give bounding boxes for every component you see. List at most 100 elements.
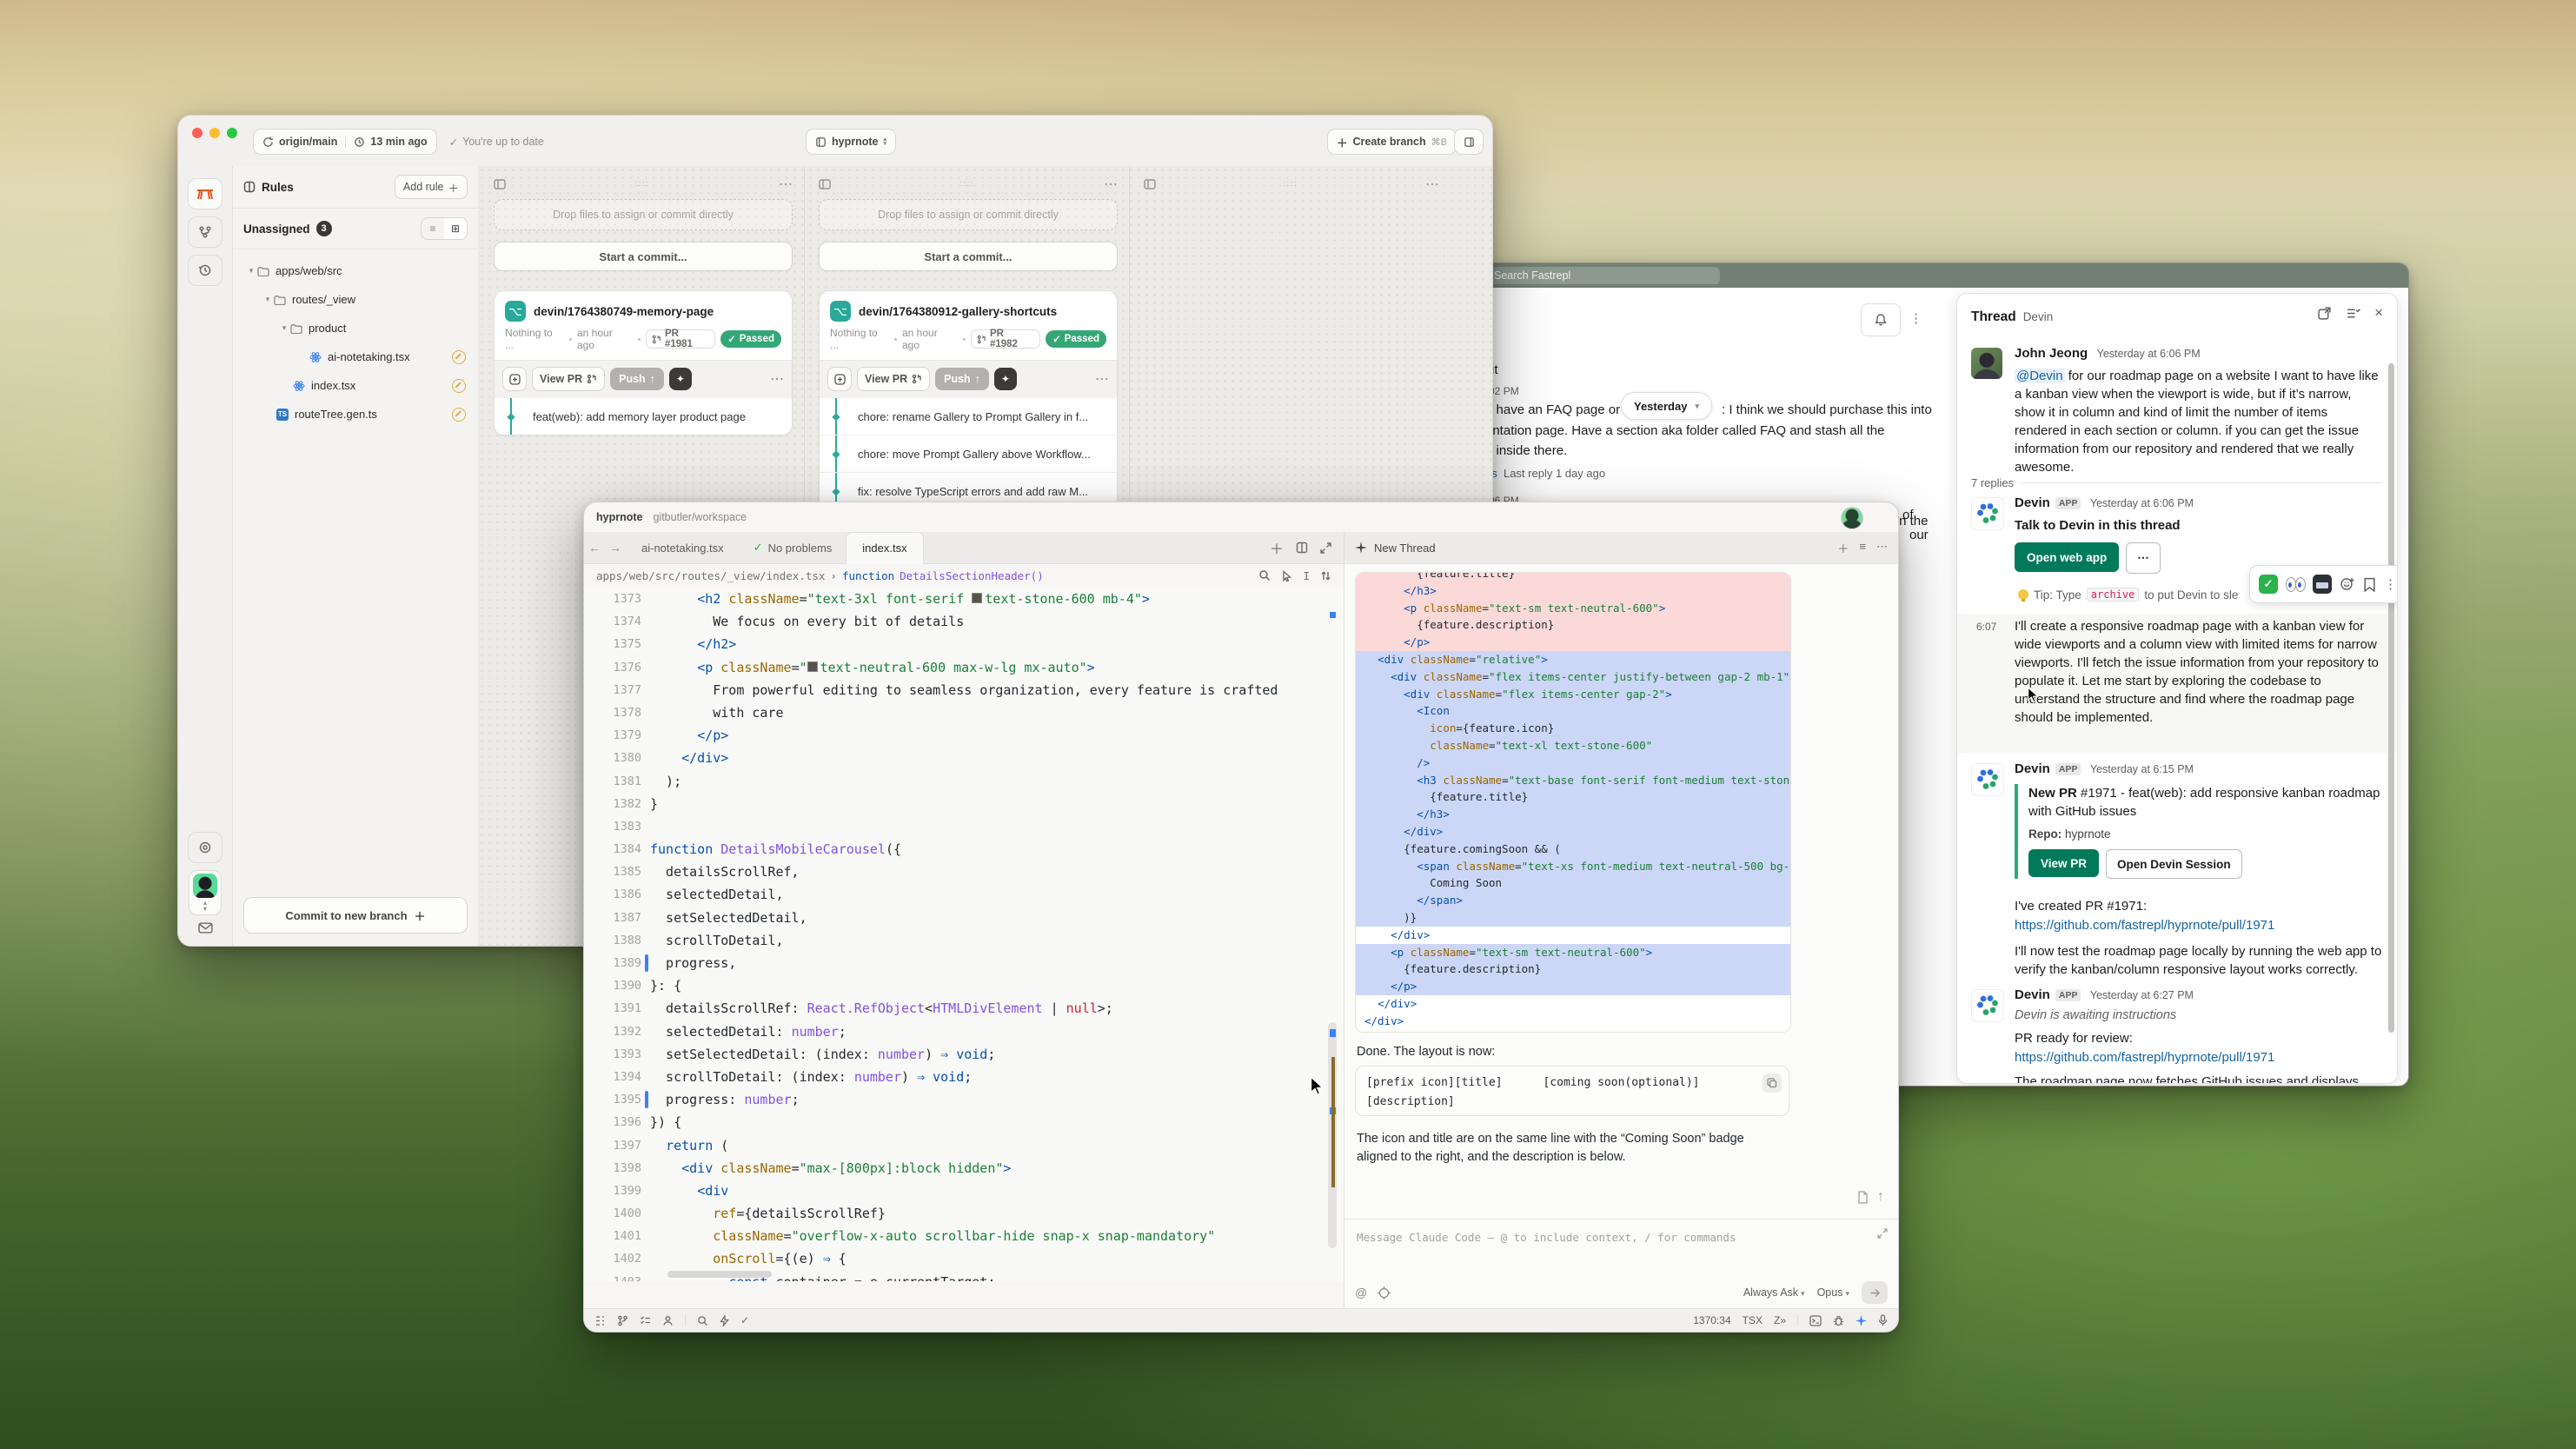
- start-commit-button[interactable]: Start a commit...: [819, 242, 1118, 271]
- code-line[interactable]: 1386 selectedDetail,: [584, 883, 1344, 906]
- file-tree-item-routetree-gen-ts[interactable]: TSrouteTree.gen.ts: [238, 400, 473, 429]
- bookmark-icon[interactable]: [2363, 577, 2376, 592]
- push-button[interactable]: Push ↑: [610, 368, 664, 390]
- check-emoji-button[interactable]: ✓: [2259, 575, 2278, 594]
- ibeam-icon[interactable]: I: [1303, 569, 1310, 582]
- settings-button[interactable]: [188, 832, 222, 863]
- bug-icon[interactable]: [1833, 1315, 1844, 1326]
- ai-sparkle-icon[interactable]: [1856, 1315, 1867, 1326]
- code-line[interactable]: 1401 className="overflow-x-auto scrollba…: [584, 1225, 1344, 1247]
- code-line[interactable]: 1381 );: [584, 770, 1344, 793]
- branch-name[interactable]: devin/1764380749-memory-page: [534, 305, 714, 318]
- collapse-lane-icon[interactable]: [1144, 179, 1156, 189]
- ci-status-badge[interactable]: ✓ Passed: [720, 330, 781, 348]
- message-author[interactable]: Devin: [2015, 987, 2050, 1002]
- permission-mode-select[interactable]: Always Ask▾: [1743, 1286, 1805, 1299]
- back-icon[interactable]: ←: [584, 541, 605, 555]
- view-pr-button[interactable]: View PR: [2028, 849, 2099, 877]
- open-devin-session-button[interactable]: Open Devin Session: [2106, 849, 2242, 879]
- code-line[interactable]: 1383: [584, 815, 1344, 838]
- code-line[interactable]: 1385 detailsScrollRef,: [584, 861, 1344, 883]
- code-line[interactable]: 1376 <p className="text-neutral-600 max-…: [584, 656, 1344, 679]
- new-thread-icon[interactable]: ＋: [1837, 540, 1849, 556]
- workspace-tab[interactable]: [188, 178, 222, 209]
- code-line[interactable]: 1390}: {: [584, 974, 1344, 997]
- code-line[interactable]: 1374 We focus on every bit of details: [584, 610, 1344, 633]
- slack-titlebar[interactable]: Search Fastrepl: [1475, 263, 2408, 288]
- drag-handle[interactable]: ∷∷: [1284, 180, 1298, 189]
- code-line[interactable]: 1377 From powerful editing to seamless o…: [584, 679, 1344, 701]
- date-divider-pill[interactable]: Yesterday ▾: [1621, 392, 1712, 420]
- markdown-file-icon[interactable]: [1856, 1189, 1869, 1205]
- file-tree-item-index-tsx[interactable]: index.tsx: [238, 371, 473, 400]
- history-tab[interactable]: [188, 255, 222, 286]
- pointer-icon[interactable]: [1281, 570, 1292, 582]
- zap-icon[interactable]: [720, 1315, 729, 1326]
- expand-input-icon[interactable]: [1877, 1228, 1888, 1239]
- forward-icon[interactable]: →: [605, 541, 626, 555]
- assign-button[interactable]: [502, 367, 527, 391]
- panel-toggle-button[interactable]: [1454, 129, 1484, 155]
- file-tree-item-ai-notetaking-tsx[interactable]: ai-notetaking.tsx: [238, 342, 473, 371]
- add-rule-button[interactable]: Add rule＋: [395, 175, 468, 199]
- code-line[interactable]: 1382}: [584, 793, 1344, 815]
- project-switcher[interactable]: hyprnote ▴▾: [806, 129, 896, 155]
- account-switcher[interactable]: ▴▾: [189, 870, 222, 915]
- scroll-up-icon[interactable]: ↑: [1877, 1189, 1884, 1205]
- code-line[interactable]: 1395 progress: number;: [584, 1088, 1344, 1111]
- zoom-window-button[interactable]: [227, 128, 237, 138]
- message-author[interactable]: John Jeong: [2015, 346, 2088, 361]
- code-line[interactable]: 1384function DetailsMobileCarousel({: [584, 838, 1344, 861]
- file-tree-item-apps-web-src[interactable]: ▾apps/web/src: [238, 256, 473, 285]
- drop-zone[interactable]: Drop files to assign or commit directly: [494, 199, 793, 230]
- terminal-icon[interactable]: [1809, 1315, 1822, 1326]
- code-line[interactable]: 1389 progress,: [584, 952, 1344, 974]
- code-line[interactable]: 1387 setSelectedDetail,: [584, 907, 1344, 929]
- branches-tab[interactable]: [188, 216, 222, 248]
- collapse-lane-icon[interactable]: [494, 179, 506, 189]
- maximize-icon[interactable]: [1320, 542, 1331, 554]
- add-reaction-icon[interactable]: [2340, 576, 2355, 592]
- lane-menu-icon[interactable]: ⋯: [779, 176, 793, 193]
- branch-name[interactable]: devin/1764380912-gallery-shortcuts: [859, 305, 1057, 318]
- avatar-devin[interactable]: [1971, 763, 2004, 796]
- pr-number-pill[interactable]: PR #1981: [646, 329, 715, 349]
- code-line[interactable]: 1375 </h2>: [584, 633, 1344, 655]
- target-icon[interactable]: [1378, 1286, 1391, 1299]
- avatar-devin[interactable]: [1971, 497, 2004, 530]
- mention-devin[interactable]: @Devin: [2015, 369, 2065, 383]
- code-line[interactable]: 1391 detailsScrollRef: React.RefObject<H…: [584, 997, 1344, 1020]
- drag-handle[interactable]: ∷∷: [635, 180, 650, 189]
- breadcrumb[interactable]: apps/web/src/routes/_view/index.tsx › fu…: [584, 563, 1344, 588]
- start-commit-button[interactable]: Start a commit...: [494, 242, 793, 271]
- channel-more-icon[interactable]: ⋮: [1909, 310, 1922, 326]
- ai-actions-button[interactable]: ✦: [994, 368, 1017, 390]
- mention-context-icon[interactable]: @: [1355, 1286, 1367, 1299]
- ai-actions-button[interactable]: ✦: [669, 368, 692, 390]
- view-pr-button[interactable]: View PR: [532, 367, 605, 391]
- tab-ai-notetaking[interactable]: ai-notetaking.tsx: [626, 532, 740, 563]
- presence-avatar[interactable]: [1841, 507, 1863, 529]
- more-actions-icon[interactable]: ⋮: [2384, 576, 2397, 592]
- panel-menu-icon[interactable]: ⋯: [1876, 540, 1888, 556]
- tab-index[interactable]: index.tsx: [846, 532, 923, 564]
- collaborators-icon[interactable]: [662, 1315, 674, 1326]
- lane-menu-icon[interactable]: ⋯: [1104, 176, 1118, 193]
- diff-block[interactable]: {feature.title} </h3> <p className="text…: [1355, 572, 1791, 1033]
- branch-menu-icon[interactable]: ⋯: [770, 370, 784, 388]
- horizontal-scrollbar[interactable]: [667, 1271, 772, 1278]
- list-view-button[interactable]: ≡: [422, 218, 444, 239]
- microphone-icon[interactable]: [1878, 1314, 1888, 1326]
- code-line[interactable]: 1402 onScroll={(e) ⇒ {: [584, 1247, 1344, 1270]
- new-tab-icon[interactable]: ＋: [1270, 537, 1284, 558]
- code-line[interactable]: 1397 return (: [584, 1134, 1344, 1157]
- file-tree-item-routes-view[interactable]: ▾routes/_view: [238, 285, 473, 314]
- folding-indicator[interactable]: Z»: [1774, 1314, 1786, 1326]
- editor-scrollbar[interactable]: [1319, 588, 1344, 1281]
- avatar-devin[interactable]: [1971, 989, 2004, 1022]
- pr-link[interactable]: https://github.com/fastrepl/hyprnote/pul…: [2015, 1048, 2274, 1067]
- send-button[interactable]: [1862, 1281, 1888, 1304]
- thread-list-icon[interactable]: ≡: [1859, 540, 1866, 556]
- chevron-down-icon[interactable]: ▾: [278, 323, 290, 333]
- minimize-window-button[interactable]: [209, 128, 220, 138]
